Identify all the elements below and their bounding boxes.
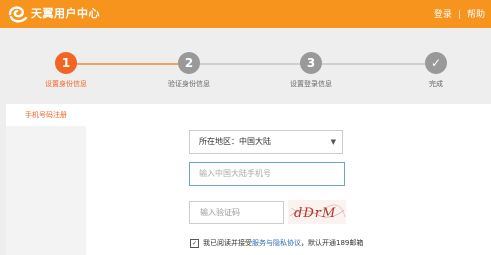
login-link[interactable]: 登录 <box>434 10 452 20</box>
progress-steps: 1 设置身份信息 2 验证身份信息 3 设置登录信息 ✓ 完成 <box>0 28 491 100</box>
privacy-agreement-link[interactable]: 服务与隐私协议 <box>252 239 301 247</box>
step-1-label: 设置身份信息 <box>45 80 87 88</box>
top-bar: 天翼用户中心 登录 | 帮助 <box>0 0 491 28</box>
agree-prefix: 我已阅读并接受 <box>203 239 252 247</box>
step-2-label: 验证身份信息 <box>168 80 210 88</box>
captcha-image[interactable]: dDrM <box>288 200 346 224</box>
step-4-check-icon: ✓ <box>425 52 447 74</box>
sidebar: 手机号码注册 <box>6 104 86 255</box>
tab-phone-register[interactable]: 手机号码注册 <box>6 104 86 126</box>
phone-input[interactable]: 输入中国大陆手机号 <box>189 162 345 186</box>
tianyi-logo-icon <box>8 6 28 23</box>
brand-title: 天翼用户中心 <box>31 7 100 20</box>
step-3-number: 3 <box>300 52 322 74</box>
captcha-input[interactable]: 输入验证码 <box>189 201 284 224</box>
top-links-separator: | <box>457 10 461 20</box>
captcha-text: dDrM <box>294 206 336 221</box>
top-links: 登录 | 帮助 <box>434 7 485 20</box>
step-3-label: 设置登录信息 <box>290 80 332 88</box>
step-2-number: 2 <box>178 52 200 74</box>
region-select[interactable]: 所在地区：中国大陆 ▼ <box>189 130 343 154</box>
agree-suffix: ，默认开通189邮箱 <box>301 239 364 247</box>
help-link[interactable]: 帮助 <box>467 10 485 20</box>
agreement-row: ✓ 我已阅读并接受服务与隐私协议，默认开通189邮箱 <box>190 238 363 248</box>
step-4-label: 完成 <box>429 80 443 88</box>
step-1-number: 1 <box>55 52 77 74</box>
agree-checkbox[interactable]: ✓ <box>190 238 199 248</box>
step-1: 1 设置身份信息 <box>21 52 111 89</box>
step-2: 2 验证身份信息 <box>144 52 234 89</box>
chevron-down-icon: ▼ <box>330 138 336 146</box>
step-4: ✓ 完成 <box>391 52 481 89</box>
step-3: 3 设置登录信息 <box>266 52 356 89</box>
region-select-value: 所在地区：中国大陆 <box>199 137 271 146</box>
